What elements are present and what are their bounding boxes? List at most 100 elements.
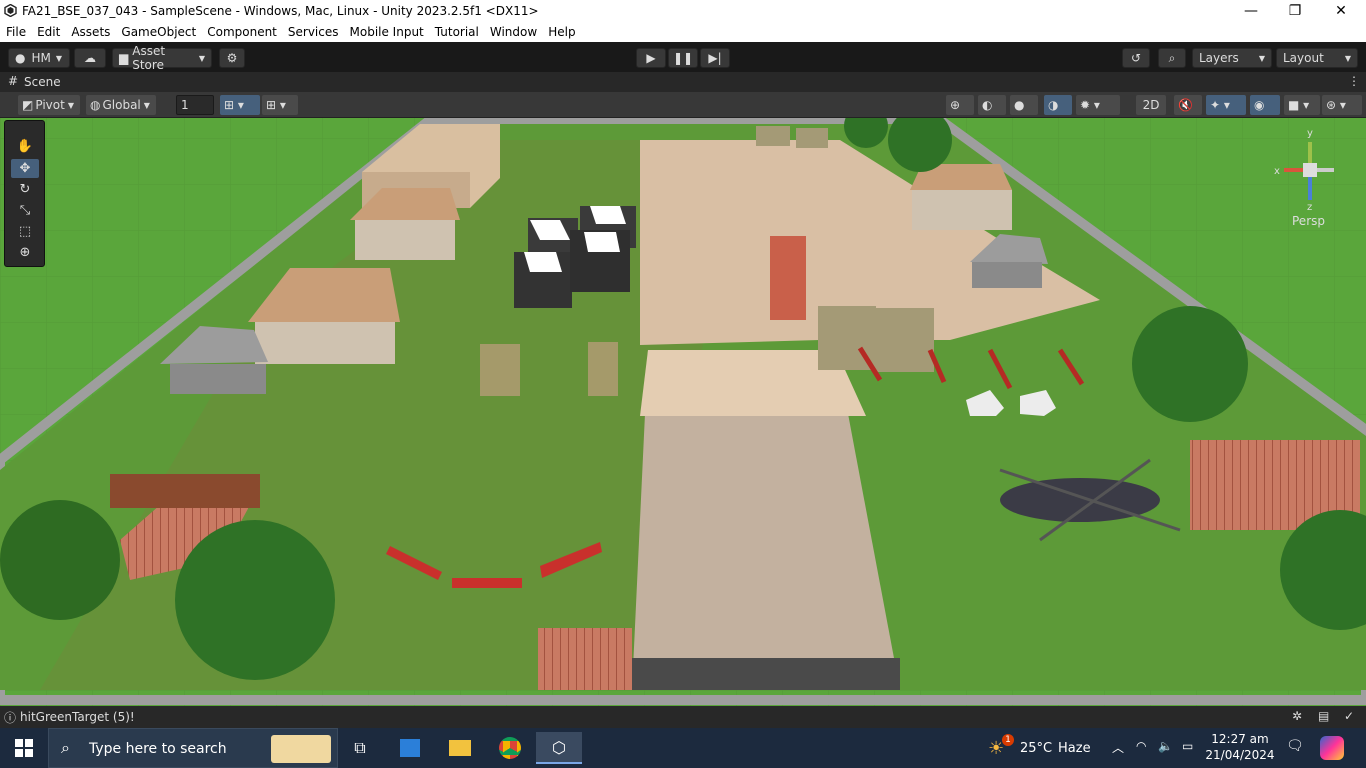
menu-help[interactable]: Help bbox=[548, 25, 575, 39]
chevron-down-icon: ▼ bbox=[67, 100, 74, 110]
grid-size-value: 1 bbox=[181, 98, 189, 112]
menu-file[interactable]: File bbox=[6, 25, 26, 39]
layers-stack-icon[interactable]: ▤ bbox=[1318, 709, 1329, 723]
move-icon: ✥ bbox=[19, 161, 31, 176]
svg-text:x: x bbox=[1274, 166, 1280, 177]
weather-desc: Haze bbox=[1058, 741, 1091, 756]
rotate-tool-button[interactable]: ↻ bbox=[11, 180, 39, 199]
search-icon: ⌕ bbox=[1168, 50, 1176, 65]
minimize-button[interactable]: — bbox=[1228, 0, 1274, 22]
hand-tool-button[interactable]: ✋ bbox=[11, 137, 39, 156]
notification-icon[interactable]: 🗨 bbox=[1286, 738, 1304, 754]
layers-dropdown[interactable]: Layers ▼ bbox=[1192, 48, 1272, 68]
gizmos-button[interactable]: ⊛ ▾ bbox=[1322, 95, 1362, 115]
clock[interactable]: 12:27 am 21/04/2024 bbox=[1200, 732, 1280, 764]
debug-bug-icon[interactable]: ✲ bbox=[1292, 709, 1302, 723]
pivot-label: Pivot bbox=[35, 98, 65, 112]
task-view-button[interactable]: ⧉ bbox=[340, 732, 380, 764]
gizmo-sphere-icon: ⊛ ▾ bbox=[1326, 98, 1346, 112]
menu-tutorial[interactable]: Tutorial bbox=[435, 25, 479, 39]
camera-icon: ■ ▾ bbox=[1288, 98, 1310, 112]
pivot-dropdown[interactable]: ◩ Pivot ▼ bbox=[18, 95, 80, 115]
increment-snap-button[interactable]: ⊞ ▾ bbox=[262, 95, 298, 115]
layout-dropdown[interactable]: Layout ▼ bbox=[1276, 48, 1358, 68]
clock-date: 21/04/2024 bbox=[1205, 748, 1275, 762]
cloud-button[interactable]: ☁ bbox=[74, 48, 106, 68]
account-dropdown[interactable]: ● HM ▼ bbox=[8, 48, 70, 68]
chrome-icon bbox=[499, 737, 521, 759]
weather-widget[interactable]: ☀ 1 25°C Haze bbox=[986, 732, 1096, 764]
scale-tool-button[interactable]: ⤡ bbox=[11, 201, 39, 220]
unity-icon: ⬡ bbox=[552, 737, 566, 757]
start-button[interactable] bbox=[2, 732, 46, 764]
hand-icon: ✋ bbox=[16, 139, 34, 154]
pause-button[interactable]: ❚❚ bbox=[668, 48, 698, 68]
settings-button[interactable]: ⚙ bbox=[219, 48, 245, 68]
asset-store-label: Asset Store bbox=[132, 44, 166, 72]
file-explorer-button[interactable] bbox=[440, 732, 480, 764]
transform-icon: ⊕ bbox=[19, 245, 31, 260]
title-bar: FA21_BSE_037_043 - SampleScene - Windows… bbox=[0, 0, 1366, 22]
menu-gameobject[interactable]: GameObject bbox=[121, 25, 196, 39]
shading-wireframe-button[interactable]: ◐ bbox=[978, 95, 1006, 115]
maximize-button[interactable]: ❐ bbox=[1272, 0, 1318, 22]
shading-shaded-button[interactable]: ● bbox=[1010, 95, 1038, 115]
rotate-icon: ↻ bbox=[19, 182, 31, 197]
bag-icon: ▆ bbox=[119, 51, 129, 65]
persp-label[interactable]: Persp bbox=[1292, 214, 1325, 228]
account-icon: ● bbox=[15, 51, 26, 65]
pivot-icon: ◩ bbox=[22, 98, 34, 112]
svg-text:z: z bbox=[1307, 202, 1312, 213]
menu-edit[interactable]: Edit bbox=[37, 25, 60, 39]
taskbar-search-box[interactable]: ⌕ Type here to search bbox=[48, 728, 338, 768]
2d-toggle-button[interactable]: 2D bbox=[1136, 95, 1166, 115]
grid-size-field[interactable]: 1 bbox=[176, 95, 214, 115]
draw-mode-button[interactable]: ✹ ▾ bbox=[1076, 95, 1120, 115]
menu-services[interactable]: Services bbox=[288, 25, 339, 39]
step-button[interactable]: ▶| bbox=[700, 48, 730, 68]
close-button[interactable]: ✕ bbox=[1318, 0, 1364, 22]
store-icon bbox=[400, 739, 420, 757]
unity-taskbar-button[interactable]: ⬡ bbox=[536, 732, 582, 764]
tab-menu-icon[interactable]: ⋮ bbox=[1348, 74, 1360, 88]
tab-scene[interactable]: Scene bbox=[24, 75, 61, 89]
search-icon: ⌕ bbox=[61, 738, 70, 757]
menu-assets[interactable]: Assets bbox=[71, 25, 110, 39]
scene-orientation-gizmo[interactable]: y x z Persp bbox=[1270, 126, 1360, 236]
console-status-bar[interactable]: ⓘ hitGreenTarget (5)! ✲ ▤ ✓ bbox=[0, 706, 1366, 728]
menu-window[interactable]: Window bbox=[490, 25, 537, 39]
layout-label: Layout bbox=[1283, 51, 1324, 65]
global-dropdown[interactable]: ◍ Global ▼ bbox=[86, 95, 156, 115]
console-message[interactable]: hitGreenTarget (5)! bbox=[20, 710, 135, 724]
shading-lit-button[interactable]: ◑ bbox=[1044, 95, 1072, 115]
chevron-up-icon[interactable]: ︿ bbox=[1112, 739, 1124, 756]
hidden-objects-button[interactable]: ◉ bbox=[1250, 95, 1280, 115]
global-label: Global bbox=[102, 98, 141, 112]
asset-store-dropdown[interactable]: ▆ Asset Store ▼ bbox=[112, 44, 212, 72]
chrome-button[interactable] bbox=[490, 732, 530, 764]
scene-render bbox=[0, 118, 1366, 706]
orientation-button[interactable]: ⊕ bbox=[946, 95, 974, 115]
battery-icon[interactable]: ▭ bbox=[1182, 739, 1193, 753]
lit-sphere-icon: ◑ bbox=[1048, 98, 1059, 112]
audio-toggle-button[interactable]: 🔇 bbox=[1174, 95, 1202, 115]
copilot-icon[interactable] bbox=[1320, 736, 1344, 760]
rect-tool-button[interactable]: ⬚ bbox=[11, 222, 39, 241]
menu-component[interactable]: Component bbox=[207, 25, 277, 39]
play-button[interactable]: ▶ bbox=[636, 48, 666, 68]
camera-settings-button[interactable]: ■ ▾ bbox=[1284, 95, 1320, 115]
microsoft-store-button[interactable] bbox=[390, 732, 430, 764]
grid-snap-button[interactable]: ⊞ ▾ bbox=[220, 95, 260, 115]
menu-mobile-input[interactable]: Mobile Input bbox=[350, 25, 424, 39]
scene-viewport[interactable]: y x z Persp bbox=[0, 118, 1366, 706]
transform-tool-button[interactable]: ⊕ bbox=[11, 243, 39, 262]
history-button[interactable]: ↺ bbox=[1122, 48, 1150, 68]
wireframe-sphere-icon: ◐ bbox=[982, 98, 993, 112]
check-circle-icon[interactable]: ✓ bbox=[1344, 709, 1354, 723]
globe-icon: ◍ bbox=[90, 98, 101, 112]
network-icon[interactable]: ◠ bbox=[1136, 739, 1146, 753]
effects-button[interactable]: ✦ ▾ bbox=[1206, 95, 1246, 115]
volume-icon[interactable]: 🔈 bbox=[1158, 739, 1173, 753]
move-tool-button[interactable]: ✥ bbox=[11, 159, 39, 178]
search-button[interactable]: ⌕ bbox=[1158, 48, 1186, 68]
